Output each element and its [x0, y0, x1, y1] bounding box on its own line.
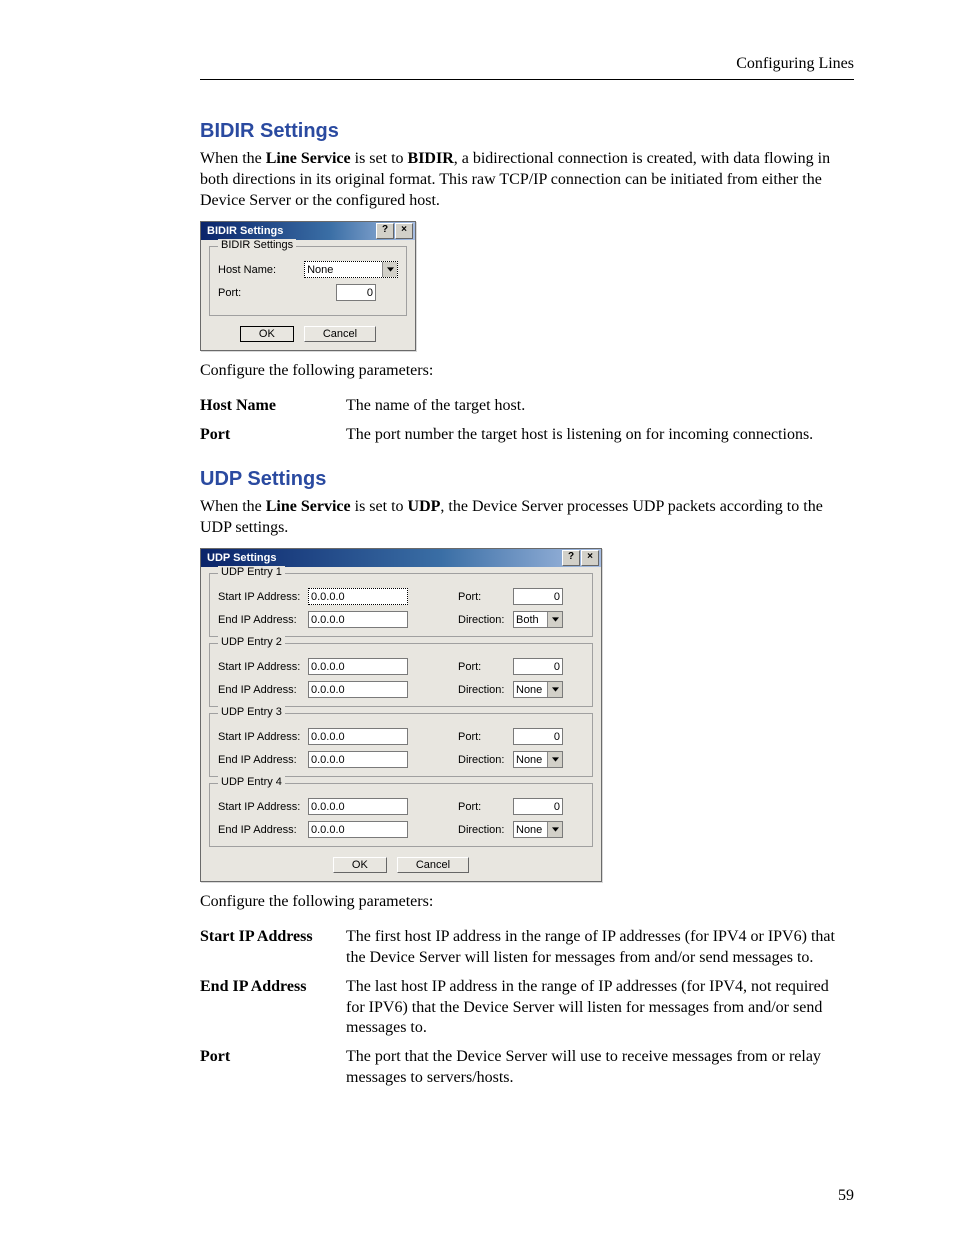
direction-label: Direction:: [458, 824, 513, 836]
end-ip-input[interactable]: [308, 611, 408, 628]
close-icon[interactable]: ×: [581, 550, 599, 566]
direction-label: Direction:: [458, 684, 513, 696]
param-desc-startip: The first host IP address in the range o…: [346, 923, 854, 973]
chevron-down-icon: [547, 682, 562, 697]
direction-select[interactable]: None: [513, 681, 563, 698]
bidir-dialog: BIDIR Settings ? × BIDIR Settings Host N…: [200, 221, 416, 351]
end-ip-label: End IP Address:: [218, 754, 308, 766]
end-ip-input[interactable]: [308, 681, 408, 698]
ok-button[interactable]: OK: [240, 326, 294, 342]
text: is set to: [351, 498, 408, 515]
udp-entry-3: UDP Entry 3Start IP Address:Port:End IP …: [209, 713, 593, 777]
text: When the: [200, 498, 266, 515]
start-ip-label: Start IP Address:: [218, 731, 308, 743]
direction-select[interactable]: Both: [513, 611, 563, 628]
start-ip-input[interactable]: [308, 728, 408, 745]
cancel-button[interactable]: Cancel: [304, 326, 376, 342]
port-input[interactable]: [513, 588, 563, 605]
term-bidir: BIDIR: [408, 150, 454, 167]
param-desc-port-udp: The port that the Device Server will use…: [346, 1043, 854, 1093]
start-ip-label: Start IP Address:: [218, 591, 308, 603]
udp-entry-2: UDP Entry 2Start IP Address:Port:End IP …: [209, 643, 593, 707]
term-line-service-2: Line Service: [266, 498, 351, 515]
direction-select[interactable]: None: [513, 821, 563, 838]
port-label: Port:: [458, 591, 513, 603]
bidir-group: BIDIR Settings Host Name: None Port:: [209, 246, 407, 316]
chevron-down-icon: [547, 612, 562, 627]
udp-entry-title: UDP Entry 4: [218, 776, 285, 788]
help-icon[interactable]: ?: [376, 223, 394, 239]
hostname-value: None: [307, 264, 333, 276]
udp-heading: UDP Settings: [200, 468, 854, 491]
direction-value: None: [516, 684, 542, 696]
udp-entry-4: UDP Entry 4Start IP Address:Port:End IP …: [209, 783, 593, 847]
help-icon[interactable]: ?: [562, 550, 580, 566]
param-desc-port: The port number the target host is liste…: [346, 421, 854, 450]
hostname-select[interactable]: None: [304, 261, 398, 278]
udp-dialog-titlebar[interactable]: UDP Settings ? ×: [201, 549, 601, 567]
direction-value: None: [516, 824, 542, 836]
hostname-label: Host Name:: [218, 264, 304, 276]
end-ip-input[interactable]: [308, 821, 408, 838]
end-ip-label: End IP Address:: [218, 824, 308, 836]
bidir-param-table: Host Name The name of the target host. P…: [200, 392, 854, 450]
bidir-intro: When the Line Service is set to BIDIR, a…: [200, 149, 854, 211]
udp-entry-title: UDP Entry 2: [218, 636, 285, 648]
port-label: Port:: [458, 801, 513, 813]
param-key-port: Port: [200, 421, 346, 450]
bidir-group-title: BIDIR Settings: [218, 239, 296, 251]
udp-entry-title: UDP Entry 1: [218, 566, 285, 578]
udp-dialog: UDP Settings ? × UDP Entry 1 Start IP Add…: [200, 548, 602, 882]
header-rule: [200, 79, 854, 80]
param-key-endip: End IP Address: [200, 973, 346, 1043]
bidir-dialog-titlebar[interactable]: BIDIR Settings ? ×: [201, 222, 415, 240]
end-ip-label: End IP Address:: [218, 684, 308, 696]
direction-value: Both: [516, 614, 539, 626]
direction-value: None: [516, 754, 542, 766]
text: is set to: [351, 150, 408, 167]
port-input[interactable]: [513, 728, 563, 745]
port-label: Port:: [218, 287, 308, 299]
close-icon[interactable]: ×: [395, 223, 413, 239]
port-input[interactable]: [513, 658, 563, 675]
udp-configure-text: Configure the following parameters:: [200, 892, 854, 913]
text: When the: [200, 150, 266, 167]
port-input[interactable]: [336, 284, 376, 301]
port-label: Port:: [458, 661, 513, 673]
udp-entry-1: UDP Entry 1Start IP Address:Port:End IP …: [209, 573, 593, 637]
start-ip-input[interactable]: [308, 588, 408, 605]
udp-param-table: Start IP Address The first host IP addre…: [200, 923, 854, 1093]
param-desc-endip: The last host IP address in the range of…: [346, 973, 854, 1043]
cancel-button[interactable]: Cancel: [397, 857, 469, 873]
start-ip-label: Start IP Address:: [218, 661, 308, 673]
page-header-right: Configuring Lines: [200, 55, 854, 73]
start-ip-label: Start IP Address:: [218, 801, 308, 813]
param-key-hostname: Host Name: [200, 392, 346, 421]
bidir-configure-text: Configure the following parameters:: [200, 361, 854, 382]
bidir-heading: BIDIR Settings: [200, 120, 854, 143]
chevron-down-icon: [382, 262, 397, 277]
udp-dialog-title: UDP Settings: [207, 552, 276, 564]
chevron-down-icon: [547, 752, 562, 767]
end-ip-label: End IP Address:: [218, 614, 308, 626]
start-ip-input[interactable]: [308, 798, 408, 815]
ok-button[interactable]: OK: [333, 857, 387, 873]
term-line-service: Line Service: [266, 150, 351, 167]
direction-select[interactable]: None: [513, 751, 563, 768]
param-key-startip: Start IP Address: [200, 923, 346, 973]
start-ip-input[interactable]: [308, 658, 408, 675]
port-input[interactable]: [513, 798, 563, 815]
direction-label: Direction:: [458, 754, 513, 766]
bidir-dialog-title: BIDIR Settings: [207, 225, 283, 237]
port-label: Port:: [458, 731, 513, 743]
udp-entry-title: UDP Entry 3: [218, 706, 285, 718]
page-number: 59: [838, 1187, 854, 1205]
udp-intro: When the Line Service is set to UDP, the…: [200, 497, 854, 539]
direction-label: Direction:: [458, 614, 513, 626]
param-key-port-udp: Port: [200, 1043, 346, 1093]
chevron-down-icon: [547, 822, 562, 837]
param-desc-hostname: The name of the target host.: [346, 392, 854, 421]
term-udp: UDP: [408, 498, 441, 515]
end-ip-input[interactable]: [308, 751, 408, 768]
